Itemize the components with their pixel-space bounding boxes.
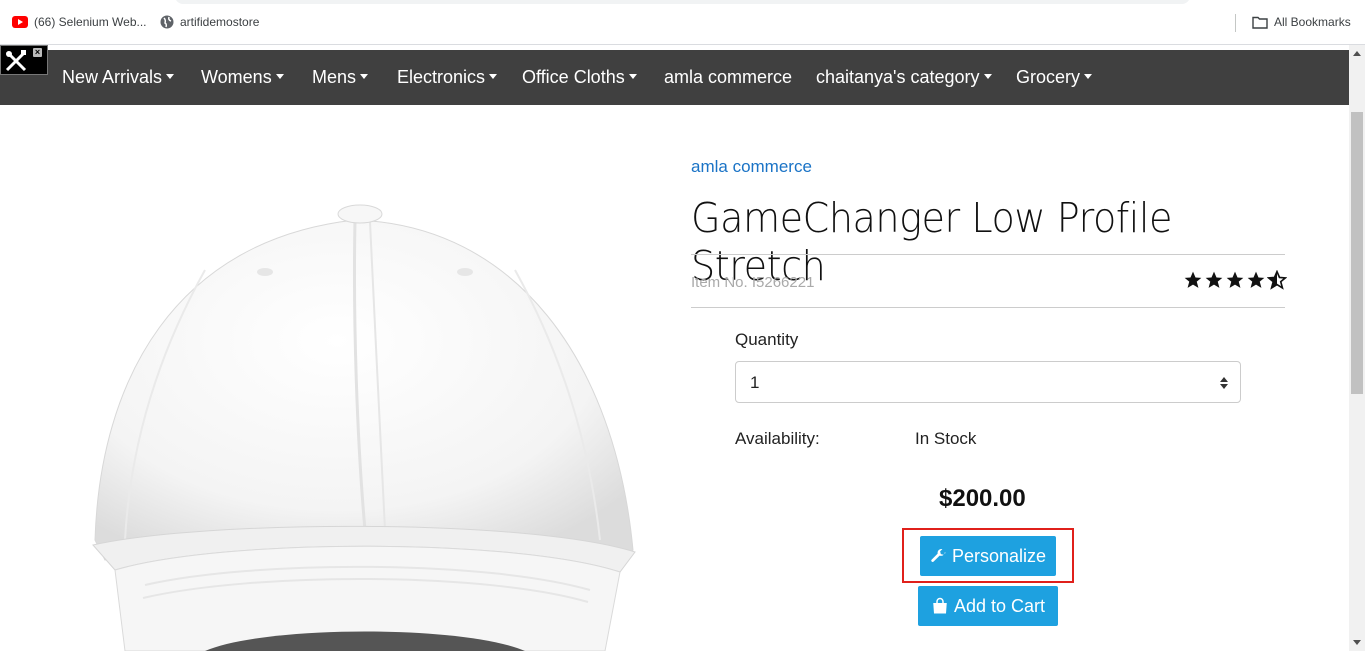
personalize-button[interactable]: Personalize (920, 536, 1056, 576)
bookmark-artifidemostore[interactable]: artifidemostore (160, 15, 259, 29)
tools-widget[interactable]: × (0, 45, 48, 75)
nav-label: amla commerce (664, 67, 793, 87)
product-price: $200.00 (939, 485, 1026, 512)
divider (691, 307, 1285, 308)
scroll-up-icon[interactable] (1353, 51, 1361, 56)
nav-new-arrivals[interactable]: New Arrivals (62, 50, 175, 105)
nav-label: chaitanya's category (816, 67, 980, 87)
nav-electronics[interactable]: Electronics (397, 50, 498, 105)
bookmarks-separator (1235, 14, 1236, 32)
star-icon (1247, 271, 1265, 288)
star-icon (1184, 271, 1202, 288)
caret-down-icon (628, 74, 637, 80)
star-icon (1205, 271, 1223, 288)
shopping-bag-icon (933, 597, 947, 614)
all-bookmarks-button[interactable]: All Bookmarks (1252, 15, 1351, 29)
nav-label: Electronics (397, 67, 486, 87)
youtube-icon (12, 16, 28, 28)
globe-icon (160, 15, 174, 29)
nav-label: Grocery (1016, 67, 1081, 87)
scrollbar-thumb[interactable] (1351, 112, 1363, 394)
rating-stars (1183, 270, 1287, 290)
availability-label: Availability: (735, 429, 820, 448)
personalize-label: Personalize (951, 545, 1047, 566)
bookmarks-bar: (66) Selenium Web... artifidemostore All… (0, 0, 1365, 45)
nav-label: Office Cloths (522, 67, 625, 87)
nav-grocery[interactable]: Grocery (1016, 50, 1093, 105)
all-bookmarks-label: All Bookmarks (1274, 15, 1351, 29)
star-half-icon (1267, 270, 1287, 290)
bookmark-label: artifidemostore (180, 15, 260, 29)
wrench-icon (931, 548, 946, 562)
quantity-select[interactable]: 1 (735, 361, 1241, 403)
nav-label: New Arrivals (62, 67, 163, 87)
main-nav: New Arrivals Womens Mens Electronics Off… (0, 50, 1349, 105)
bookmark-label: (66) Selenium Web... (34, 15, 147, 29)
item-number: Item No. I5266221 (691, 274, 815, 291)
quantity-value: 1 (750, 373, 760, 392)
caret-down-icon (1084, 74, 1093, 80)
nav-chaitanyas-category[interactable]: chaitanya's category (816, 50, 992, 105)
nav-mens[interactable]: Mens (312, 50, 369, 105)
add-to-cart-button[interactable]: Add to Cart (918, 586, 1058, 626)
quantity-label: Quantity (735, 330, 799, 349)
nav-amla-commerce[interactable]: amla commerce (664, 50, 792, 105)
tools-icon (4, 49, 28, 78)
star-icon (1226, 271, 1244, 288)
select-arrows-icon (1220, 376, 1228, 394)
brand-link[interactable]: amla commerce (691, 157, 812, 177)
nav-womens[interactable]: Womens (201, 50, 284, 105)
availability-value: In Stock (915, 429, 977, 448)
scroll-down-icon[interactable] (1353, 640, 1361, 645)
caret-down-icon (983, 74, 992, 80)
caret-down-icon (360, 74, 369, 80)
caret-down-icon (166, 74, 175, 80)
nav-label: Womens (201, 67, 272, 87)
close-icon[interactable]: × (33, 48, 42, 57)
address-bar-edge (175, 0, 1190, 4)
nav-label: Mens (312, 67, 357, 87)
caret-down-icon (489, 74, 498, 80)
divider (691, 254, 1285, 255)
nav-office-cloths[interactable]: Office Cloths (522, 50, 637, 105)
product-image (85, 200, 645, 652)
folder-icon (1252, 16, 1268, 29)
add-to-cart-label: Add to Cart (953, 595, 1046, 616)
bookmark-selenium[interactable]: (66) Selenium Web... (12, 15, 147, 29)
caret-down-icon (275, 74, 284, 80)
